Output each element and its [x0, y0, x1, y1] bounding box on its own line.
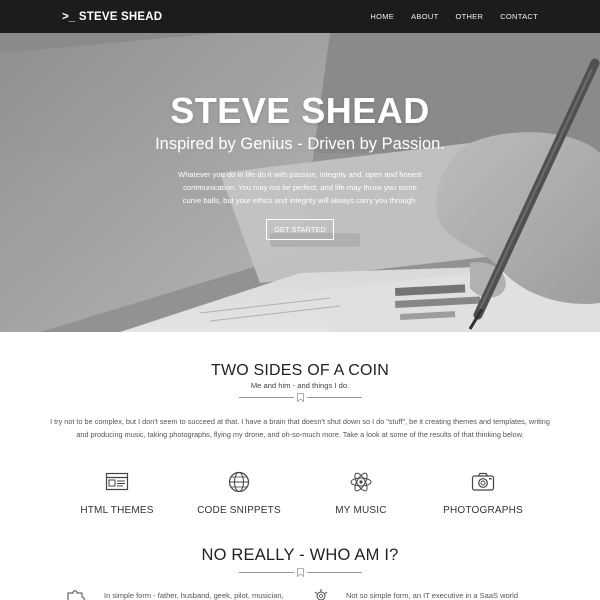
nav-other-link[interactable]: OTHER [455, 12, 483, 21]
who-right-text: Not so simple form, an IT executive in a… [346, 591, 519, 600]
hero-title: STEVE SHEAD [170, 90, 430, 131]
bookmark-icon [296, 568, 304, 577]
who-am-i-intro-row: In simple form - father, husband, geek, … [0, 586, 600, 600]
who-am-i-section: NO REALLY - WHO AM I? [0, 546, 600, 577]
divider-line [306, 572, 362, 573]
nav-links: HOME ABOUT OTHER CONTACT [370, 12, 538, 21]
who-left-text: In simple form - father, husband, geek, … [104, 591, 284, 600]
cog-icon [314, 589, 328, 600]
hero-subtitle: Inspired by Genius - Driven by Passion. [155, 135, 445, 153]
divider-line [306, 397, 362, 398]
divider-line [238, 397, 294, 398]
section-divider [0, 568, 600, 577]
feature-label: CODE SNIPPETS [197, 505, 281, 516]
feature-photographs[interactable]: PHOTOGRAPHS [413, 470, 553, 516]
nav-home-link[interactable]: HOME [370, 12, 394, 21]
features-row: HTML THEMES CODE SNIPPETS MY MUSIC PHOTO… [0, 470, 600, 520]
puzzle-piece-icon [67, 590, 85, 600]
camera-icon [471, 472, 495, 491]
atom-icon [350, 472, 372, 492]
feature-code-snippets[interactable]: CODE SNIPPETS [169, 470, 309, 516]
nav-contact-link[interactable]: CONTACT [500, 12, 538, 21]
top-navbar: >_ STEVE SHEAD HOME ABOUT OTHER CONTACT [0, 0, 600, 33]
section-title-coin: TWO SIDES OF A COIN [210, 362, 390, 379]
section-divider [0, 393, 600, 402]
bookmark-icon [296, 393, 304, 402]
browser-window-icon [105, 472, 129, 491]
coin-description: I try not to be complex, but I don't see… [50, 417, 550, 439]
hero-section: STEVE SHEAD Inspired by Genius - Driven … [0, 33, 600, 332]
nav-about-link[interactable]: ABOUT [411, 12, 438, 21]
two-sides-section: TWO SIDES OF A COIN Me and him - and thi… [0, 362, 600, 441]
feature-my-music[interactable]: MY MUSIC [291, 470, 431, 516]
section-title-who: NO REALLY - WHO AM I? [201, 546, 399, 564]
get-started-button[interactable]: GET STARTED [266, 219, 334, 240]
divider-line [238, 572, 294, 573]
hero-description: Whatever you do in life do it with passi… [178, 170, 422, 205]
feature-html-themes[interactable]: HTML THEMES [47, 470, 187, 516]
feature-label: MY MUSIC [335, 505, 387, 516]
feature-label: PHOTOGRAPHS [443, 505, 523, 516]
globe-icon [228, 471, 250, 493]
feature-label: HTML THEMES [80, 505, 154, 516]
section-subtitle-coin: Me and him - and things I do. [250, 381, 350, 390]
brand-logo[interactable]: >_ STEVE SHEAD [62, 11, 162, 23]
hero-content: STEVE SHEAD Inspired by Genius - Driven … [0, 33, 600, 332]
